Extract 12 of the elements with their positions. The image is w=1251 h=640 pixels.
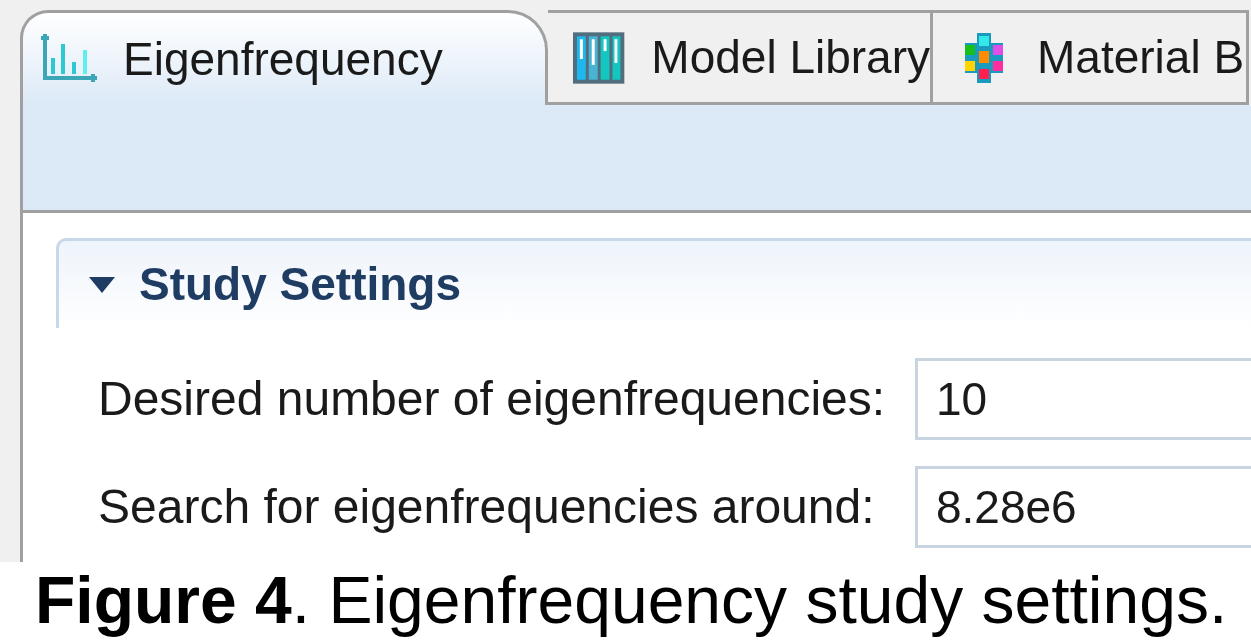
field-label: Search for eigenfrequencies around: xyxy=(98,479,876,535)
field-label: Desired number of eigenfrequencies: xyxy=(98,371,887,427)
section-header[interactable]: Study Settings xyxy=(56,238,1251,328)
tab[interactable]: Material B xyxy=(933,10,1249,105)
section-title: Study Settings xyxy=(139,257,462,312)
tab[interactable]: Model Library xyxy=(548,10,933,105)
input-field[interactable]: 10 xyxy=(915,358,1251,440)
tab[interactable]: Eigenfrequency xyxy=(20,10,548,105)
figure-caption: Figure 4. Eigenfrequency study settings. xyxy=(34,562,1229,638)
input-field[interactable]: 8.28e6 xyxy=(915,466,1251,548)
book-spines-icon xyxy=(572,30,626,85)
caret-down-icon[interactable] xyxy=(89,276,115,293)
